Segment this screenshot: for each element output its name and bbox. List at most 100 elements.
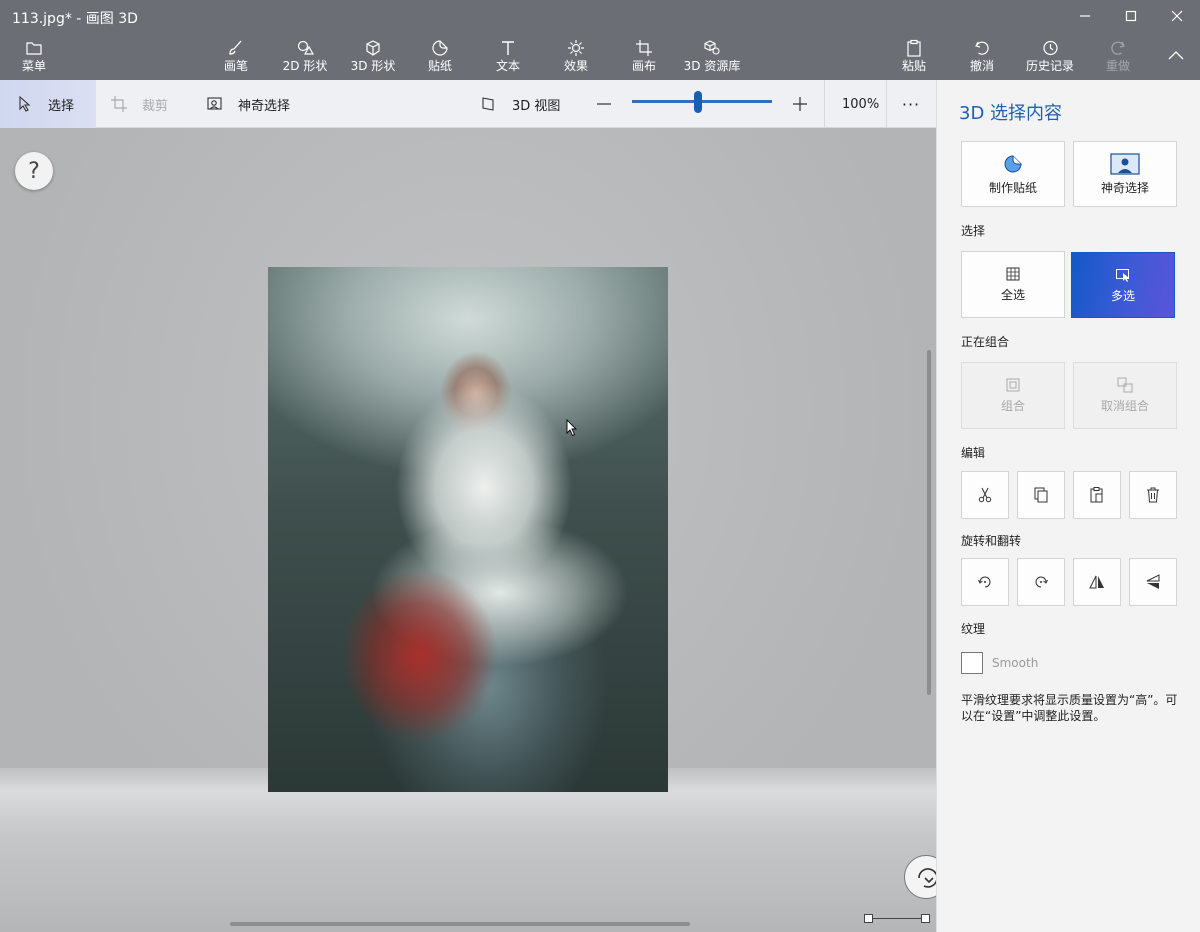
maximize-button[interactable] <box>1108 0 1154 32</box>
panel-title: 3D 选择内容 <box>959 103 1063 124</box>
flip-horizontal-icon <box>1088 573 1106 591</box>
make-sticker-button[interactable]: 制作贴纸 <box>961 141 1065 207</box>
zoom-out-button[interactable] <box>594 80 614 128</box>
2d-shapes-icon <box>295 38 315 58</box>
magic-select-icon <box>1110 152 1140 175</box>
paste-label: 粘贴 <box>901 59 926 73</box>
paste-button-panel[interactable] <box>1073 471 1121 519</box>
menu-label: 菜单 <box>21 59 46 73</box>
magic-select-tool[interactable]: 神奇选择 <box>206 80 290 128</box>
select-label: 选择 <box>48 98 75 114</box>
canvas-floor <box>0 768 936 932</box>
rotate-handle[interactable] <box>904 855 936 899</box>
multi-select-icon <box>1115 267 1131 283</box>
section-rotate-flip: 旋转和翻转 <box>961 534 1022 548</box>
crop-label: 裁剪 <box>142 98 169 114</box>
rotate-right-button[interactable] <box>1017 558 1065 606</box>
copy-button[interactable] <box>1017 471 1065 519</box>
zoom-slider-thumb[interactable] <box>693 91 702 113</box>
multi-select-button[interactable]: 多选 <box>1071 252 1175 318</box>
window-title: 113.jpg* - 画图 3D <box>12 11 138 27</box>
smooth-note: 平滑纹理要求将显示质量设置为“高”。可以在“设置”中调整此设置。 <box>961 693 1178 723</box>
select-all-button[interactable]: 全选 <box>961 251 1065 318</box>
clipboard-icon <box>1088 486 1106 504</box>
toolbar: 选择 裁剪 神奇选择 3D 视图 100% ··· <box>0 80 936 128</box>
tool-label: 贴纸 <box>427 59 452 73</box>
group-label: 组合 <box>1000 399 1025 413</box>
make-sticker-label: 制作贴纸 <box>988 180 1037 195</box>
zoom-slider-track[interactable] <box>632 100 772 103</box>
paste-button[interactable]: 粘贴 <box>894 38 934 78</box>
crop-tool[interactable]: 裁剪 <box>110 80 168 128</box>
tool-effects[interactable]: 效果 <box>556 38 596 78</box>
history-button[interactable]: 历史记录 <box>1022 38 1078 78</box>
divider <box>824 80 825 128</box>
minus-icon <box>595 95 613 113</box>
section-texture: 纹理 <box>961 622 986 636</box>
clipboard-icon <box>904 38 924 58</box>
3d-view-toggle[interactable]: 3D 视图 <box>480 80 560 128</box>
divider <box>886 80 887 128</box>
redo-button[interactable]: 重做 <box>1098 38 1138 78</box>
menu-button[interactable]: 菜单 <box>14 38 54 78</box>
canvas-icon <box>634 38 654 58</box>
tool-label: 文本 <box>495 59 520 73</box>
3d-view-icon <box>480 95 498 113</box>
brush-icon <box>226 38 246 58</box>
scissors-icon <box>976 486 994 504</box>
mouse-cursor-icon <box>566 418 578 437</box>
magic-select-button[interactable]: 神奇选择 <box>1073 141 1177 207</box>
photo-image[interactable] <box>268 267 668 792</box>
rotate-left-button[interactable] <box>961 558 1009 606</box>
magic-select-label: 神奇选择 <box>238 98 291 114</box>
group-button[interactable]: 组合 <box>961 362 1065 429</box>
help-button[interactable]: ? <box>15 152 53 190</box>
close-button[interactable] <box>1154 0 1200 32</box>
zoom-in-button[interactable] <box>790 80 810 128</box>
tool-brushes[interactable]: 画笔 <box>216 38 256 78</box>
pointer-icon <box>16 95 34 113</box>
vertical-scrollbar[interactable] <box>927 350 931 695</box>
select-tool[interactable]: 选择 <box>0 80 96 128</box>
tool-label: 3D 资源库 <box>683 59 741 73</box>
delete-button[interactable] <box>1129 471 1177 519</box>
selection-handle[interactable] <box>864 914 873 923</box>
flip-vertical-button[interactable] <box>1129 558 1177 606</box>
more-options-button[interactable]: ··· <box>896 80 926 128</box>
tool-3d-shapes[interactable]: 3D 形状 <box>348 38 398 78</box>
tool-text[interactable]: 文本 <box>488 38 528 78</box>
ungroup-icon <box>1117 377 1133 393</box>
folder-icon <box>24 38 44 58</box>
undo-button[interactable]: 撤消 <box>962 38 1002 78</box>
tool-canvas[interactable]: 画布 <box>624 38 664 78</box>
smooth-checkbox[interactable] <box>961 652 983 674</box>
title-bar: 113.jpg* - 画图 3D <box>0 0 1200 32</box>
copy-icon <box>1032 486 1050 504</box>
tool-stickers[interactable]: 贴纸 <box>420 38 460 78</box>
select-all-icon <box>1005 266 1021 282</box>
magic-select-icon <box>206 95 224 113</box>
tool-3d-library[interactable]: 3D 资源库 <box>684 38 740 78</box>
flip-horizontal-button[interactable] <box>1073 558 1121 606</box>
smooth-label: Smooth <box>992 656 1039 670</box>
cut-button[interactable] <box>961 471 1009 519</box>
redo-label: 重做 <box>1105 59 1130 73</box>
tool-label: 画布 <box>631 59 656 73</box>
horizontal-scrollbar[interactable] <box>230 922 690 926</box>
ungroup-button[interactable]: 取消组合 <box>1073 362 1177 429</box>
tool-label: 画笔 <box>223 59 248 73</box>
minimize-icon <box>1076 7 1094 25</box>
history-icon <box>1040 38 1060 58</box>
section-grouping: 正在组合 <box>961 335 1010 349</box>
3d-view-label: 3D 视图 <box>512 98 561 114</box>
undo-label: 撤消 <box>969 59 994 73</box>
canvas-area[interactable]: ? <box>0 128 936 932</box>
sticker-icon <box>430 38 450 58</box>
selection-handle[interactable] <box>921 914 930 923</box>
tool-label: 3D 形状 <box>350 59 396 73</box>
tool-2d-shapes[interactable]: 2D 形状 <box>280 38 330 78</box>
rotate-left-icon <box>976 573 994 591</box>
minimize-button[interactable] <box>1062 0 1108 32</box>
ungroup-label: 取消组合 <box>1100 399 1149 413</box>
zoom-level[interactable]: 100% <box>842 80 879 128</box>
